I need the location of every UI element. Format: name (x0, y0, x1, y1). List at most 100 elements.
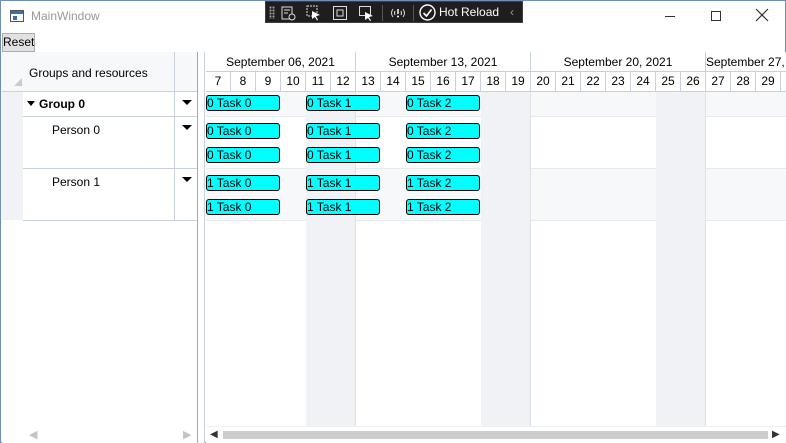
day-header: 24 (631, 72, 656, 92)
day-header: 25 (656, 72, 681, 92)
row-dropdown-arrow-icon[interactable] (182, 177, 192, 182)
resources-grid: Groups and resources Group 0 Person 0 Pe… (2, 52, 197, 443)
day-header: 18 (481, 72, 506, 92)
day-header: 27 (706, 72, 731, 92)
hot-reload-check-icon (419, 4, 436, 21)
week-header: September 13, 2021 (356, 52, 531, 72)
scroll-left-arrow-icon[interactable]: ◀ (210, 429, 218, 440)
group-row[interactable]: Group 0 (23, 92, 197, 117)
task-bar[interactable]: 0 Task 2 (406, 95, 480, 111)
close-icon (755, 8, 769, 22)
hot-reload-label: Hot Reload (439, 5, 500, 19)
minimize-icon (665, 16, 675, 17)
minimize-button[interactable] (647, 1, 693, 32)
group-label: Group 0 (39, 97, 86, 111)
week-divider (355, 92, 356, 426)
toolbar-separator (413, 5, 414, 21)
live-visual-tree-icon[interactable] (280, 5, 296, 21)
row-dropdown-arrow-icon[interactable] (182, 100, 192, 105)
timeline-header: September 06, 2021 September 13, 2021 Se… (206, 52, 786, 92)
task-bar[interactable]: 1 Task 2 (406, 199, 480, 215)
collapse-toolbar-chevron-icon[interactable]: ‹ (510, 5, 514, 19)
reset-button[interactable]: Reset (2, 33, 35, 52)
day-header: 13 (356, 72, 381, 92)
app-window-icon (10, 10, 24, 22)
xaml-debug-toolbar: Hot Reload ‹ (265, 1, 523, 23)
week-header: September 27, 2021 (706, 52, 786, 72)
header-column-divider[interactable] (174, 52, 175, 92)
task-bar[interactable]: 1 Task 0 (206, 199, 280, 215)
day-header: 16 (431, 72, 456, 92)
day-header: 12 (331, 72, 356, 92)
main-window: MainWindow Hot Reload ‹ Reset Groups and… (0, 0, 786, 443)
scroll-right-arrow-icon[interactable]: ▶ (183, 428, 191, 441)
resource-row[interactable]: Person 0 (23, 117, 197, 169)
toolbar-grip-icon[interactable] (269, 6, 275, 19)
toolbar-separator (382, 5, 383, 21)
weekend-column (656, 92, 706, 426)
column-divider (174, 117, 175, 168)
grid-splitter[interactable] (197, 52, 205, 443)
timeline-horizontal-scrollbar[interactable]: ◀ ▶ (206, 426, 786, 443)
expand-collapse-arrow-icon[interactable] (27, 101, 35, 106)
window-title: MainWindow (31, 9, 100, 23)
groups-and-resources-header[interactable]: Groups and resources (29, 66, 148, 80)
day-header: 30 (781, 72, 786, 92)
day-header: 21 (556, 72, 581, 92)
day-header: 14 (381, 72, 406, 92)
day-header: 11 (306, 72, 331, 92)
day-header: 7 (206, 72, 231, 92)
select-all-corner-icon[interactable] (14, 78, 22, 86)
column-divider (174, 92, 175, 116)
scroll-left-arrow-icon[interactable]: ◀ (29, 428, 37, 441)
task-bar[interactable]: 1 Task 1 (306, 199, 380, 215)
task-bar[interactable]: 0 Task 1 (306, 123, 380, 139)
track-focus-icon[interactable] (358, 5, 374, 21)
task-bar[interactable]: 0 Task 1 (306, 95, 380, 111)
row-indicator-column (2, 92, 23, 220)
day-header: 28 (731, 72, 756, 92)
task-bar[interactable]: 1 Task 1 (306, 175, 380, 191)
week-divider (705, 92, 706, 426)
task-bar[interactable]: 0 Task 2 (406, 123, 480, 139)
day-header: 15 (406, 72, 431, 92)
scrollbar-thumb[interactable] (223, 431, 768, 439)
week-divider (530, 92, 531, 426)
task-bar[interactable]: 0 Task 0 (206, 95, 280, 111)
week-header: September 20, 2021 (531, 52, 706, 72)
task-bar[interactable]: 0 Task 0 (206, 123, 280, 139)
day-header: 26 (681, 72, 706, 92)
day-header: 29 (756, 72, 781, 92)
day-header: 17 (456, 72, 481, 92)
day-header: 22 (581, 72, 606, 92)
grid-header: Groups and resources (2, 52, 197, 92)
close-button[interactable] (739, 1, 785, 32)
resource-label: Person 0 (52, 123, 101, 137)
column-divider (174, 169, 175, 220)
resource-row[interactable]: Person 1 (23, 169, 197, 221)
task-bar[interactable]: 0 Task 2 (406, 147, 480, 163)
select-element-icon[interactable] (306, 5, 322, 21)
grid-horizontal-scrollbar[interactable]: ◀ ▶ (23, 425, 195, 441)
maximize-icon (711, 11, 721, 21)
maximize-button[interactable] (693, 1, 739, 32)
day-header: 20 (531, 72, 556, 92)
scroll-right-arrow-icon[interactable]: ▶ (772, 429, 780, 440)
task-bar[interactable]: 1 Task 2 (406, 175, 480, 191)
task-bar[interactable]: 0 Task 0 (206, 147, 280, 163)
day-header: 23 (606, 72, 631, 92)
day-header: 19 (506, 72, 531, 92)
day-header: 8 (231, 72, 256, 92)
weekend-column (481, 92, 531, 426)
binding-failures-icon[interactable] (390, 5, 406, 21)
task-bar[interactable]: 0 Task 1 (306, 147, 380, 163)
weekend-column (306, 92, 356, 426)
day-header: 9 (256, 72, 281, 92)
display-layout-adorners-icon[interactable] (332, 5, 348, 21)
day-header: 10 (281, 72, 306, 92)
row-dropdown-arrow-icon[interactable] (182, 125, 192, 130)
task-bar[interactable]: 1 Task 0 (206, 175, 280, 191)
week-header: September 06, 2021 (206, 52, 356, 72)
resource-label: Person 1 (52, 175, 101, 189)
gantt-timeline: September 06, 2021 September 13, 2021 Se… (206, 52, 786, 443)
